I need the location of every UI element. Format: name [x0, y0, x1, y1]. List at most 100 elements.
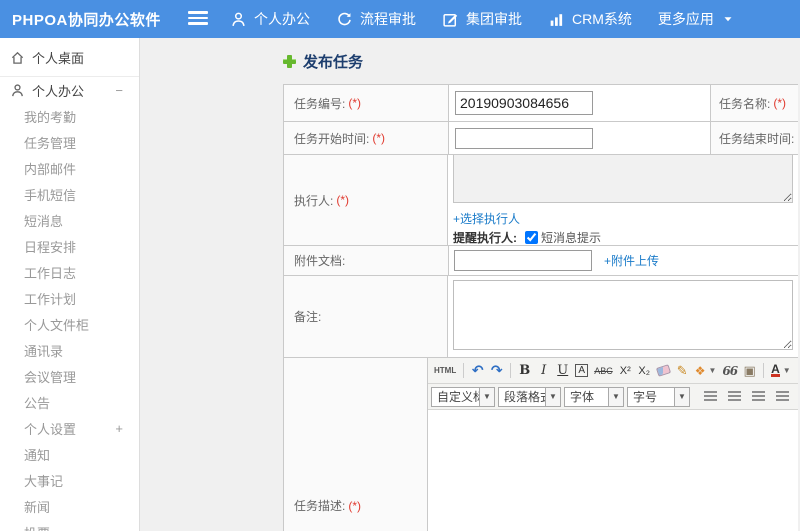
- attachment-upload-link[interactable]: +附件上传: [604, 252, 659, 269]
- page-title-text: 发布任务: [303, 54, 364, 71]
- editor-content-area[interactable]: [428, 410, 798, 531]
- choose-executor-link[interactable]: +选择执行人: [453, 210, 520, 227]
- remove-format-button[interactable]: [655, 361, 672, 381]
- sidebar-item-12[interactable]: 会议管理: [0, 363, 139, 389]
- remark-row: 备注:: [284, 276, 798, 358]
- sidebar-item-14[interactable]: 个人设置 +: [0, 415, 139, 441]
- sidebar-item-13[interactable]: 公告: [0, 389, 139, 415]
- sidebar-item-label: 个人设置: [24, 421, 77, 437]
- sidebar-item-17[interactable]: 新闻: [0, 493, 139, 519]
- font-size-select[interactable]: 字号 ▼: [627, 386, 690, 407]
- attachment-input[interactable]: [454, 250, 592, 271]
- attachment-label: 附件文档:: [294, 254, 346, 268]
- sms-remind-label: 短消息提示: [541, 231, 602, 245]
- sidebar-item-2[interactable]: 我的考勤: [0, 103, 139, 129]
- quick-format-button[interactable]: ❖ ▼: [693, 361, 719, 381]
- sidebar-item-7[interactable]: 日程安排: [0, 233, 139, 259]
- nav-item-4[interactable]: 更多应用: [658, 9, 735, 29]
- format-brush-button[interactable]: ✎: [674, 361, 691, 381]
- sidebar-item-label: 日程安排: [24, 239, 77, 255]
- sidebar-item-9[interactable]: 工作计划: [0, 285, 139, 311]
- sidebar-menu: 个人桌面 个人办公 − 我的考勤任务管理 内部邮件手机短信短消息日程安排工作日志工作计划…: [0, 38, 140, 531]
- user-icon: [232, 12, 245, 26]
- phpoa-app: PHPOA协同办公软件 个人办公 流程审批 集团审批 CRM系统 更多应用 个人桌面 个人…: [0, 0, 800, 531]
- top-nav: 个人办公 流程审批 集团审批 CRM系统 更多应用: [230, 0, 761, 38]
- hamburger-icon[interactable]: [188, 11, 208, 27]
- caret-down-icon: ▼: [708, 366, 717, 375]
- caret-down-icon: ▼: [782, 366, 791, 375]
- approval-edit-icon: [443, 13, 458, 27]
- task-number-input[interactable]: [455, 91, 593, 115]
- nav-item-0[interactable]: 个人办公: [230, 9, 310, 29]
- toolbar-separator: [763, 363, 765, 378]
- sidebar-item-3[interactable]: 任务管理: [0, 129, 139, 155]
- page-title: 发布任务: [283, 51, 363, 72]
- remark-label: 备注:: [294, 310, 322, 324]
- select-value: 段落格式: [504, 390, 545, 404]
- nav-item-1[interactable]: 流程审批: [336, 9, 416, 29]
- superscript-button[interactable]: X²: [617, 361, 634, 381]
- strikethrough-button[interactable]: ABC: [592, 361, 615, 381]
- sidebar-item-label: 我的考勤: [24, 109, 77, 125]
- sidebar-item-label: 个人文件柜: [24, 317, 90, 333]
- eraser-icon: [655, 364, 671, 377]
- sidebar-toggle-icon[interactable]: +: [115, 421, 123, 436]
- nav-item-2[interactable]: 集团审批: [442, 9, 522, 29]
- sidebar-item-label: 工作日志: [24, 265, 77, 281]
- subscript-button[interactable]: X₂: [636, 361, 653, 381]
- sms-remind-checkbox[interactable]: [525, 231, 538, 244]
- align-left-icon[interactable]: [699, 387, 721, 407]
- align-right-icon[interactable]: [747, 387, 769, 407]
- sidebar-item-15[interactable]: 通知: [0, 441, 139, 467]
- align-center-icon[interactable]: [723, 387, 745, 407]
- underline-button[interactable]: U: [554, 361, 571, 381]
- sidebar-item-10[interactable]: 个人文件柜: [0, 311, 139, 337]
- bold-button[interactable]: B: [516, 361, 533, 381]
- custom-title-select[interactable]: 自定义标题▼: [431, 386, 495, 407]
- nav-item-3[interactable]: CRM系统: [548, 9, 632, 29]
- end-time-label: 任务结束时间:: [719, 131, 795, 146]
- sidebar-toggle-icon[interactable]: −: [115, 83, 123, 98]
- sidebar-item-label: 通讯录: [24, 343, 64, 359]
- source-code-button[interactable]: HTML: [432, 361, 458, 381]
- italic-button[interactable]: I: [535, 361, 552, 381]
- caret-down-icon: ▼: [608, 387, 623, 406]
- font-family-select[interactable]: 字体 ▼: [564, 386, 624, 407]
- sidebar-item-18[interactable]: 投票: [0, 519, 139, 531]
- paste-button[interactable]: ▣: [741, 361, 758, 381]
- remark-textarea[interactable]: [453, 280, 793, 350]
- main-content: 发布任务 任务编号: (*) 任务名称: (*) 任务开始时间:: [140, 38, 800, 531]
- sidebar-item-0[interactable]: 个人桌面: [0, 38, 139, 77]
- sidebar-item-label: 短消息: [24, 213, 64, 229]
- sidebar-item-11[interactable]: 通讯录: [0, 337, 139, 363]
- sidebar-item-label: 手机短信: [24, 187, 77, 203]
- task-description-label: 任务描述:: [294, 499, 346, 513]
- sidebar-item-label: 大事记: [24, 473, 64, 489]
- paragraph-format-select[interactable]: 段落格式▼: [498, 386, 561, 407]
- task-number-row: 任务编号: (*) 任务名称: (*): [284, 85, 798, 122]
- description-row: 任务描述: (*) HTML ↶↷ BIUAABCX²X₂ ✎❖▼66▣ A▼ 自定义标…: [284, 358, 798, 531]
- publish-task-form: 任务编号: (*) 任务名称: (*) 任务开始时间: (*): [283, 84, 798, 531]
- executor-textarea[interactable]: [453, 155, 793, 203]
- sidebar-item-6[interactable]: 短消息: [0, 207, 139, 233]
- sidebar-item-1[interactable]: 个人办公 −: [0, 77, 139, 103]
- blockquote-button[interactable]: 66: [720, 361, 739, 381]
- redo-button[interactable]: ↷: [488, 361, 505, 381]
- caret-down-icon: [724, 17, 732, 22]
- sidebar-item-16[interactable]: 大事记: [0, 467, 139, 493]
- editor-toolbar-row2: 自定义标题▼段落格式▼字体▼字号▼: [428, 384, 798, 410]
- sidebar-item-5[interactable]: 手机短信: [0, 181, 139, 207]
- align-justify-icon[interactable]: [771, 387, 793, 407]
- bar-chart-icon: [550, 13, 563, 26]
- home-icon: [11, 51, 24, 64]
- nav-item-label: 集团审批: [466, 11, 522, 27]
- font-color-button[interactable]: A ▼: [769, 361, 793, 381]
- undo-button[interactable]: ↶: [469, 361, 486, 381]
- sidebar-item-8[interactable]: 工作日志: [0, 259, 139, 285]
- sidebar-item-4[interactable]: 内部邮件: [0, 155, 139, 181]
- caret-down-icon: ▼: [479, 387, 494, 406]
- start-time-input[interactable]: [455, 127, 593, 149]
- caret-down-icon: ▼: [674, 387, 689, 406]
- font-style-button[interactable]: A: [573, 361, 590, 381]
- sidebar-item-label: 投票: [24, 523, 50, 531]
